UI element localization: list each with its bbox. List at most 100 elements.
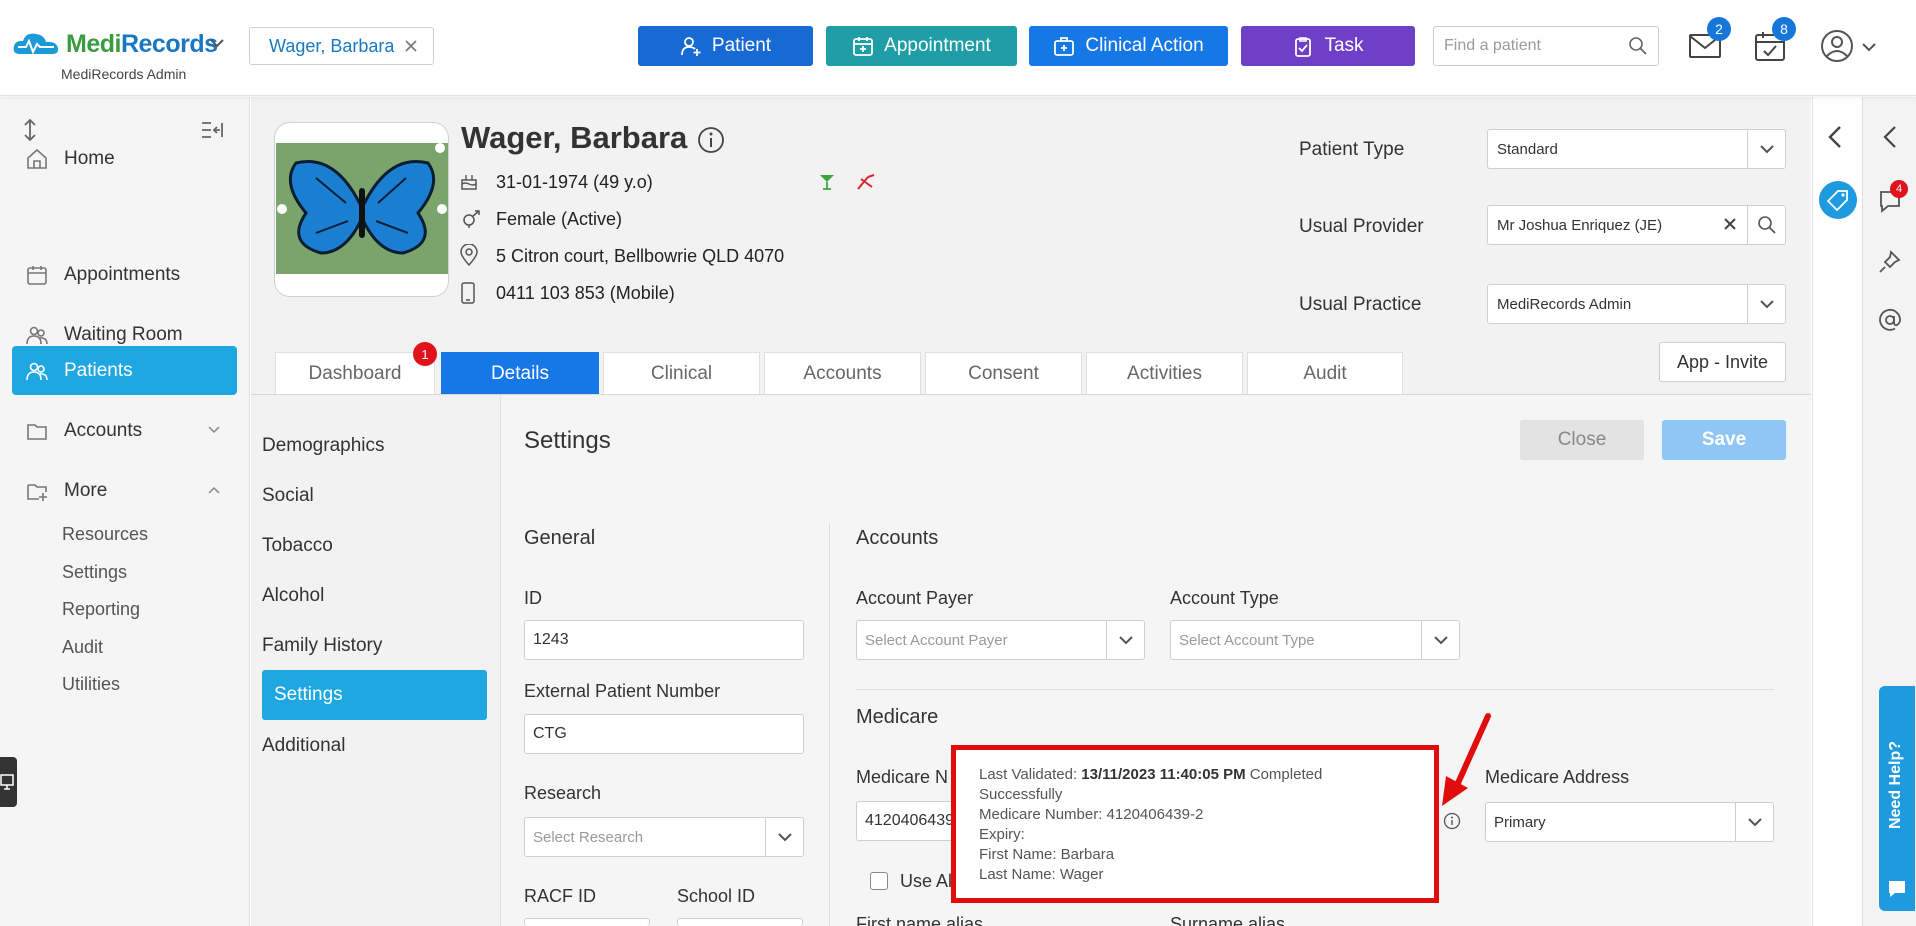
search-icon[interactable] (1747, 206, 1785, 244)
patient-dob: 31-01-1974 (49 y.o) (496, 172, 653, 192)
clear-icon[interactable] (1723, 217, 1737, 231)
no-smoking-icon[interactable] (856, 173, 876, 191)
sidebar-item-home[interactable]: Home (12, 134, 237, 183)
medicare-heading: Medicare (856, 706, 939, 728)
tab-dashboard[interactable]: Dashboard (275, 352, 435, 394)
new-appointment-button[interactable]: Appointment (826, 26, 1017, 66)
patient-button-label: Patient (711, 35, 772, 56)
user-account-icon[interactable] (1820, 29, 1854, 63)
chevron-down-icon[interactable] (1862, 42, 1876, 52)
racf-id-input[interactable] (524, 918, 650, 926)
close-icon[interactable] (435, 143, 445, 153)
chevron-down-icon[interactable] (1735, 803, 1773, 841)
use-alias-checkbox[interactable] (870, 872, 888, 890)
sidebar-item-appointments[interactable]: Appointments (12, 250, 237, 299)
patient-phone: 0411 103 853 (Mobile) (496, 283, 675, 303)
sidebar-item-label: Accounts (64, 419, 143, 441)
sidebar-subitem-settings[interactable]: Settings (62, 562, 127, 583)
open-patient-chip[interactable]: Wager, Barbara (249, 27, 434, 65)
side-panel-handle[interactable] (0, 757, 17, 807)
sidebar: Home Appointments Waiting Room Patients … (0, 97, 250, 926)
patient-search-input[interactable]: Find a patient (1433, 26, 1659, 66)
details-menu-additional[interactable]: Additional (262, 735, 345, 757)
general-heading: General (524, 527, 596, 549)
medicare-validation-tooltip: Last Validated: 13/11/2023 11:40:05 PM C… (951, 745, 1439, 903)
sidebar-item-accounts[interactable]: Accounts (12, 406, 237, 455)
patient-photo[interactable] (274, 122, 449, 297)
sidebar-subitem-resources[interactable]: Resources (62, 524, 148, 545)
sidebar-item-label: Home (64, 147, 115, 169)
column-divider (829, 523, 830, 926)
right-panel-rail (1812, 97, 1862, 926)
close-button[interactable]: Close (1520, 420, 1644, 460)
pin-icon[interactable] (1879, 250, 1901, 274)
app-invite-button[interactable]: App - Invite (1659, 342, 1786, 382)
sidebar-item-patients[interactable]: Patients (12, 346, 237, 395)
patient-type-label: Patient Type (1299, 139, 1405, 160)
medicare-address-select[interactable]: Primary (1485, 802, 1774, 842)
close-icon[interactable] (401, 36, 421, 56)
chevron-left-icon[interactable] (1882, 125, 1898, 149)
chevron-up-icon[interactable] (208, 486, 220, 494)
account-type-select[interactable]: Select Account Type (1170, 620, 1460, 660)
tab-activities[interactable]: Activities (1086, 352, 1243, 394)
details-menu-family-history[interactable]: Family History (262, 635, 382, 657)
research-select[interactable]: Select Research (524, 817, 804, 857)
accounts-heading: Accounts (856, 527, 939, 549)
medicare-info-icon[interactable] (1443, 812, 1461, 830)
chevron-down-icon[interactable] (1747, 285, 1785, 323)
tag-icon[interactable] (1819, 181, 1857, 219)
top-bar: MediRecords MediRecords Admin Wager, Bar… (0, 0, 1916, 96)
chevron-down-icon[interactable] (208, 426, 220, 434)
sidebar-subitem-audit[interactable]: Audit (62, 637, 103, 658)
save-button[interactable]: Save (1662, 420, 1786, 460)
details-menu-social[interactable]: Social (262, 485, 314, 507)
chevron-down-icon[interactable] (1421, 621, 1459, 659)
medicare-number-input[interactable]: 4120406439 (856, 801, 956, 841)
butterfly-photo-image (276, 143, 448, 274)
cocktail-glass-icon[interactable] (818, 173, 836, 191)
details-menu-demographics[interactable]: Demographics (262, 435, 385, 457)
tab-clinical[interactable]: Clinical (603, 352, 760, 394)
mention-icon[interactable] (1878, 308, 1902, 332)
info-icon[interactable] (697, 126, 725, 154)
sidebar-item-more[interactable]: More (12, 466, 237, 515)
school-id-input[interactable] (677, 918, 803, 926)
comments-count-badge: 4 (1890, 180, 1908, 198)
sidebar-subitem-utilities[interactable]: Utilities (62, 674, 120, 695)
research-placeholder: Select Research (533, 828, 644, 846)
tab-audit[interactable]: Audit (1247, 352, 1403, 394)
details-menu-tobacco[interactable]: Tobacco (262, 535, 333, 557)
mobile-phone-icon (460, 282, 476, 304)
tooltip-line-expiry: Expiry: (979, 826, 1025, 843)
id-input[interactable]: 1243 (524, 620, 804, 660)
app-logo-text[interactable]: MediRecords (66, 30, 218, 59)
chevron-down-icon[interactable] (765, 818, 803, 856)
surname-alias-label: Surname alias (1170, 914, 1286, 926)
patient-address: 5 Citron court, Bellbowrie QLD 4070 (496, 246, 785, 266)
birthday-cake-icon (460, 172, 478, 190)
chevron-left-icon[interactable] (1827, 125, 1843, 149)
external-patient-number-input[interactable]: CTG (524, 714, 804, 754)
need-help-tab[interactable]: Need Help? (1879, 686, 1915, 911)
chevron-down-icon[interactable] (210, 38, 224, 48)
new-task-button[interactable]: Task (1241, 26, 1415, 66)
tab-details[interactable]: Details (441, 352, 599, 394)
new-patient-button[interactable]: Patient (638, 26, 813, 66)
usual-provider-select[interactable]: Mr Joshua Enriquez (JE) (1487, 205, 1786, 245)
search-icon[interactable] (1628, 36, 1648, 56)
chevron-down-icon[interactable] (1106, 621, 1144, 659)
tab-consent[interactable]: Consent (925, 352, 1082, 394)
clinical-action-button[interactable]: Clinical Action (1029, 26, 1228, 66)
account-payer-select[interactable]: Select Account Payer (856, 620, 1145, 660)
details-menu-alcohol[interactable]: Alcohol (262, 585, 324, 607)
chevron-down-icon[interactable] (1747, 130, 1785, 168)
tab-accounts[interactable]: Accounts (764, 352, 921, 394)
usual-practice-select[interactable]: MediRecords Admin (1487, 284, 1786, 324)
sidebar-subitem-reporting[interactable]: Reporting (62, 599, 140, 620)
details-menu-settings[interactable]: Settings (262, 670, 487, 720)
open-patient-name[interactable]: Wager, Barbara (269, 36, 394, 57)
dashboard-alert-badge: 1 (413, 342, 437, 366)
patient-type-select[interactable]: Standard (1487, 129, 1786, 169)
medirecords-logo-icon[interactable] (12, 30, 60, 58)
